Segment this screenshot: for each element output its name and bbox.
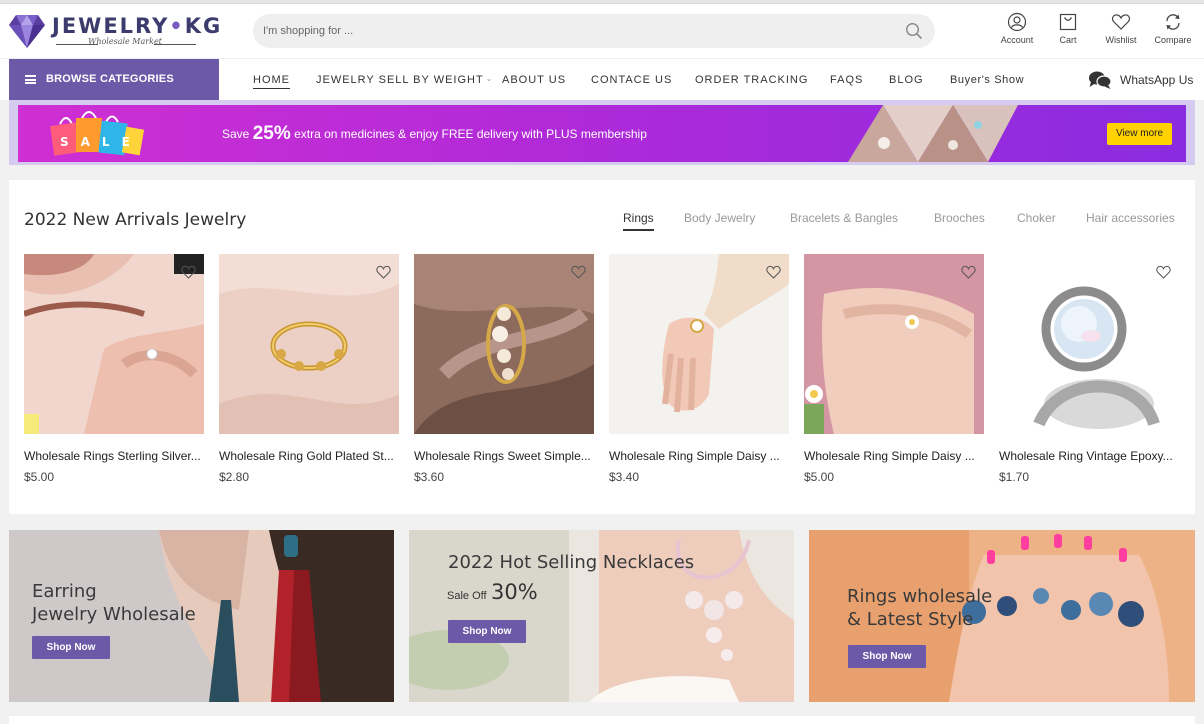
tab-hair-accessories[interactable]: Hair accessories <box>1086 211 1175 225</box>
shop-now-button[interactable]: Shop Now <box>848 645 926 668</box>
product-image[interactable] <box>999 254 1179 434</box>
nav-jewelry-sell-by-weight[interactable]: JEWELRY SELL BY WEIGHT ⌄ <box>316 74 493 86</box>
sale-off-label: Sale Off 30% <box>447 580 538 604</box>
account-label: Account <box>1000 35 1034 45</box>
product-image[interactable] <box>609 254 789 434</box>
main-nav: BROWSE CATEGORIES HOME JEWELRY SELL BY W… <box>0 58 1204 100</box>
wishlist-heart-icon[interactable] <box>571 265 586 279</box>
product-price: $3.60 <box>414 470 445 484</box>
nav-buyers-show[interactable]: Buyer's Show <box>950 74 1024 86</box>
nav-faqs[interactable]: FAQS <box>830 74 863 86</box>
wishlist-heart-icon[interactable] <box>1156 265 1171 279</box>
promo-strip[interactable]: SALE Save 25% extra on medicines & enjoy… <box>18 105 1186 162</box>
product-image[interactable] <box>219 254 399 434</box>
new-arrivals-section: 2022 New Arrivals Jewelry Rings Body Jew… <box>9 180 1195 514</box>
brand-name: JEWELRY•KG <box>52 14 223 38</box>
diamond-logo-icon <box>9 15 45 48</box>
shop-now-button[interactable]: Shop Now <box>448 620 526 643</box>
product-name[interactable]: Wholesale Ring Gold Plated St... <box>219 449 409 463</box>
shop-now-button[interactable]: Shop Now <box>32 636 110 659</box>
cart-icon <box>1059 13 1077 31</box>
cart-button[interactable]: Cart <box>1046 12 1090 54</box>
nav-home[interactable]: HOME <box>253 74 290 89</box>
section-title: 2022 New Arrivals Jewelry <box>24 210 247 230</box>
search-bar <box>253 14 935 48</box>
product-card[interactable]: Wholesale Ring Simple Daisy ... $5.00 <box>804 254 984 494</box>
wishlist-heart-icon[interactable] <box>181 265 196 279</box>
product-card[interactable]: Wholesale Ring Vintage Epoxy... $1.70 <box>999 254 1179 494</box>
nav-jewelry-sell-by-weight-label: JEWELRY SELL BY WEIGHT <box>316 74 484 86</box>
product-price: $5.00 <box>24 470 55 484</box>
chat-bubbles-icon <box>1089 71 1112 89</box>
nav-order-tracking[interactable]: ORDER TRACKING <box>695 74 808 86</box>
product-name[interactable]: Wholesale Rings Sterling Silver... <box>24 449 214 463</box>
product-price: $1.70 <box>999 470 1030 484</box>
product-name[interactable]: Wholesale Rings Sweet Simple... <box>414 449 604 463</box>
whatsapp-label: WhatsApp Us <box>1120 73 1194 87</box>
wishlist-button[interactable]: Wishlist <box>1099 12 1143 54</box>
product-name[interactable]: Wholesale Ring Simple Daisy ... <box>804 449 994 463</box>
browse-categories-button[interactable]: BROWSE CATEGORIES <box>9 59 219 100</box>
rings-banner[interactable]: Rings wholesale & Latest Style Shop Now <box>809 530 1195 702</box>
tab-choker[interactable]: Choker <box>1017 211 1056 225</box>
wishlist-heart-icon[interactable] <box>376 265 391 279</box>
necklaces-banner[interactable]: 2022 Hot Selling Necklaces Sale Off 30% … <box>409 530 794 702</box>
tab-rings[interactable]: Rings <box>623 211 654 231</box>
product-price: $2.80 <box>219 470 250 484</box>
product-card[interactable]: Wholesale Ring Simple Daisy ... $3.40 <box>609 254 789 494</box>
header: JEWELRY•KG Wholesale Market Account Cart… <box>0 4 1204 58</box>
product-card[interactable]: Wholesale Ring Gold Plated St... $2.80 <box>219 254 399 494</box>
product-card[interactable]: Wholesale Rings Sterling Silver... $5.00 <box>24 254 204 494</box>
account-icon <box>1007 12 1027 32</box>
banner-title: Earring Jewelry Wholesale <box>32 581 196 625</box>
banner-title: 2022 Hot Selling Necklaces <box>448 552 695 573</box>
menu-icon <box>25 75 36 84</box>
jewelry-collage-image <box>848 105 1018 162</box>
promo-banner: SALE Save 25% extra on medicines & enjoy… <box>9 100 1195 165</box>
wishlist-heart-icon[interactable] <box>766 265 781 279</box>
product-name[interactable]: Wholesale Ring Simple Daisy ... <box>609 449 799 463</box>
wishlist-heart-icon <box>1111 14 1131 30</box>
search-input[interactable] <box>263 14 883 48</box>
earring-banner[interactable]: Earring Jewelry Wholesale Shop Now <box>9 530 394 702</box>
account-button[interactable]: Account <box>995 12 1039 54</box>
compare-button[interactable]: Compare <box>1151 12 1195 54</box>
nav-contact-us[interactable]: CONTACE US <box>591 74 672 86</box>
product-price: $3.40 <box>609 470 640 484</box>
next-section-edge <box>9 716 1195 724</box>
banner-title: Rings wholesale & Latest Style <box>847 586 993 630</box>
sale-bags-text: SALE <box>60 135 142 149</box>
logo[interactable]: JEWELRY•KG Wholesale Market <box>8 11 220 53</box>
tab-brooches[interactable]: Brooches <box>934 211 985 225</box>
brand-tagline: Wholesale Market <box>52 37 198 51</box>
search-icon[interactable] <box>905 22 923 40</box>
nav-about-us[interactable]: ABOUT US <box>502 74 566 86</box>
compare-icon <box>1166 14 1180 30</box>
compare-label: Compare <box>1154 35 1192 45</box>
wishlist-label: Wishlist <box>1105 35 1137 45</box>
cart-label: Cart <box>1059 35 1077 45</box>
browse-categories-label: BROWSE CATEGORIES <box>46 73 174 85</box>
promo-text: Save 25% extra on medicines & enjoy FREE… <box>222 123 647 144</box>
tab-body-jewelry[interactable]: Body Jewelry <box>684 211 755 225</box>
view-more-button[interactable]: View more <box>1107 123 1172 145</box>
tab-bracelets-bangles[interactable]: Bracelets & Bangles <box>790 211 898 225</box>
product-price: $5.00 <box>804 470 835 484</box>
chevron-down-icon: ⌄ <box>485 74 494 83</box>
shopping-bags-image: SALE <box>50 111 145 156</box>
product-image[interactable] <box>24 254 204 434</box>
product-name[interactable]: Wholesale Ring Vintage Epoxy... <box>999 449 1189 463</box>
product-image[interactable] <box>414 254 594 434</box>
nav-blog[interactable]: BLOG <box>889 74 924 86</box>
product-image[interactable] <box>804 254 984 434</box>
product-card[interactable]: Wholesale Rings Sweet Simple... $3.60 <box>414 254 594 494</box>
wishlist-heart-icon[interactable] <box>961 265 976 279</box>
